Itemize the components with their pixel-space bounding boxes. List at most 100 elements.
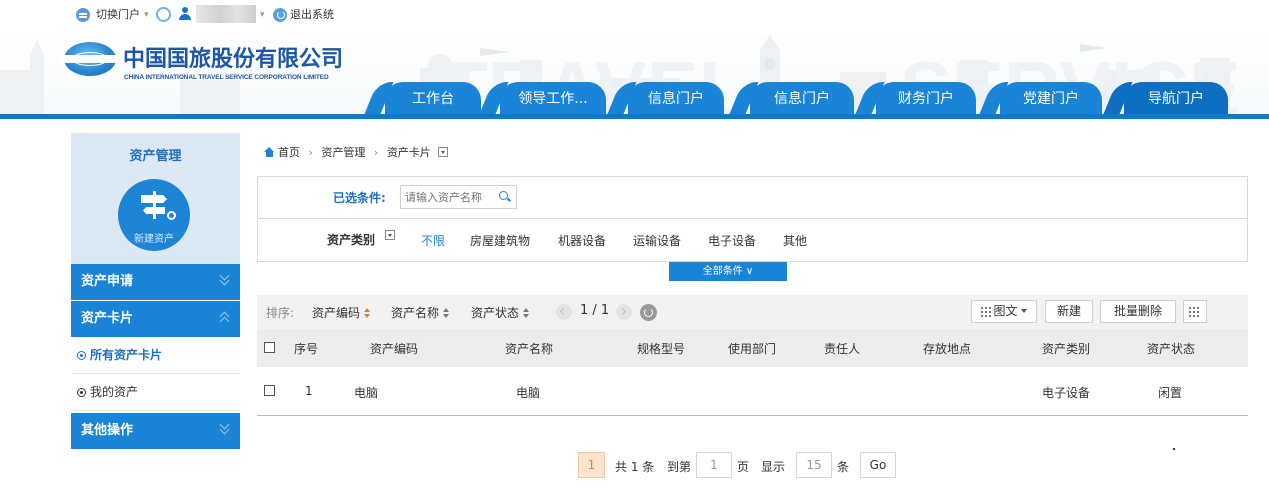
sort-by-asset-name[interactable]: 资产名称 — [391, 304, 450, 321]
next-page-button[interactable] — [616, 304, 632, 320]
cell-category: 电子设备 — [1042, 386, 1091, 400]
asset-category-label: 资产类别 — [327, 233, 376, 247]
category-option-unlimited[interactable]: 不限 — [421, 232, 445, 249]
view-mode-dropdown[interactable]: 图文 — [971, 300, 1037, 323]
new-button[interactable]: 新建 — [1045, 300, 1093, 323]
user-caret-icon[interactable]: ▾ — [260, 7, 265, 23]
col-header-department: 使用部门 — [728, 342, 777, 356]
grid-view-icon — [981, 305, 994, 317]
banner-divider — [0, 114, 1269, 119]
search-icon[interactable] — [499, 191, 508, 200]
power-icon[interactable] — [273, 8, 287, 22]
chevron-down-icon — [219, 270, 231, 288]
sidebar-section-asset-apply[interactable]: 资产申请 — [71, 264, 240, 300]
goto-label: 到第 — [667, 460, 692, 474]
tab-leader-work[interactable]: 领导工作... — [500, 82, 606, 114]
tab-info-portal-2[interactable]: 信息门户 — [750, 82, 854, 114]
sidebar-title: 资产管理 — [129, 149, 182, 164]
switch-portal-caret-icon[interactable]: ▾ — [144, 7, 149, 23]
tab-info-portal-1[interactable]: 信息门户 — [628, 82, 724, 114]
tab-navigation-portal[interactable]: 导航门户 — [1124, 82, 1228, 114]
columns-icon — [1189, 305, 1201, 317]
location-pin-icon — [167, 211, 176, 220]
sidebar-item-all-asset-cards[interactable]: 所有资产卡片 — [71, 337, 240, 374]
col-header-status[interactable]: 资产状态 — [1147, 340, 1195, 357]
col-header-owner: 责任人 — [824, 342, 861, 356]
cell-status: 闲置 — [1158, 386, 1183, 400]
sidebar: 资产管理 新建资产 资产申请 资产卡片 所有资产卡片 我的资产 其他操作 — [71, 133, 240, 449]
home-icon[interactable] — [264, 147, 275, 157]
profile-icon[interactable] — [156, 7, 171, 22]
top-utility-bar: 切换门户 ▾ ▾ 退出系统 — [0, 0, 1269, 30]
category-option-buildings[interactable]: 房屋建筑物 — [470, 232, 530, 249]
tab-workbench[interactable]: 工作台 — [385, 82, 481, 114]
col-header-asset-code[interactable]: 资产编码 — [370, 340, 418, 357]
go-button[interactable]: Go — [860, 452, 896, 478]
radio-dot-icon — [77, 351, 86, 360]
category-option-electronics[interactable]: 电子设备 — [708, 232, 756, 249]
chevron-up-icon — [219, 311, 231, 327]
switch-portal-icon[interactable] — [76, 8, 90, 22]
sidebar-section-other-ops[interactable]: 其他操作 — [71, 413, 240, 449]
cell-index: 1 — [305, 384, 313, 398]
table-header: 序号 资产编码 资产名称 规格型号 使用部门 责任人 存放地点 资产类别 资产状… — [257, 329, 1248, 367]
breadcrumb-asset-card: 资产卡片 — [386, 146, 431, 159]
caret-down-icon — [1020, 309, 1027, 313]
filter-panel: 已选条件: 资产类别 不限 房屋建筑物 机器设备 运输设备 电子设备 其他 — [257, 176, 1248, 262]
select-all-checkbox[interactable] — [264, 342, 275, 353]
category-option-machinery[interactable]: 机器设备 — [558, 232, 606, 249]
company-name-en: CHINA INTERNATIONAL TRAVEL SERVICE CORPO… — [124, 74, 329, 81]
col-header-location: 存放地点 — [923, 342, 972, 356]
selected-conditions-label: 已选条件: — [333, 191, 386, 205]
category-dropdown-icon[interactable] — [385, 230, 395, 240]
category-option-transport[interactable]: 运输设备 — [633, 232, 681, 249]
page-indicator: 1 / 1 — [580, 303, 610, 318]
page-size-input[interactable]: 15 — [796, 452, 832, 478]
sidebar-item-my-assets[interactable]: 我的资产 — [71, 374, 240, 411]
user-icon — [178, 6, 192, 22]
col-header-asset-name[interactable]: 资产名称 — [505, 340, 553, 357]
row-checkbox[interactable] — [264, 385, 275, 396]
cell-asset-name[interactable]: 电脑 — [516, 384, 540, 401]
col-header-index: 序号 — [294, 342, 319, 356]
sort-label: 排序: — [266, 306, 295, 320]
category-option-other[interactable]: 其他 — [783, 232, 807, 249]
column-settings-button[interactable] — [1183, 300, 1207, 323]
logo-badge: CITS — [72, 52, 108, 66]
switch-portal-link[interactable]: 切换门户 — [96, 7, 140, 23]
goto-page-input[interactable]: 1 — [696, 452, 732, 478]
breadcrumb-asset-management[interactable]: 资产管理 — [321, 146, 365, 159]
new-asset-label[interactable]: 新建资产 — [118, 230, 190, 245]
show-label: 显示 — [761, 460, 786, 474]
cell-asset-code[interactable]: 电脑 — [354, 384, 378, 401]
page-1-button[interactable]: 1 — [578, 452, 605, 478]
breadcrumb-home[interactable]: 首页 — [278, 146, 300, 159]
sidebar-section-asset-card[interactable]: 资产卡片 — [71, 301, 240, 337]
list-toolbar: 排序: 资产编码 资产名称 资产状态 1 / 1 图文 新建 批量删除 — [257, 295, 1248, 329]
company-name-cn: 中国国旅股份有限公司 — [123, 47, 344, 72]
total-count: 共 1 条 — [615, 460, 655, 474]
tab-party-portal[interactable]: 党建门户 — [1000, 82, 1102, 114]
sort-arrows-icon — [443, 308, 450, 318]
sidebar-header: 资产管理 新建资产 — [71, 133, 240, 264]
refresh-icon[interactable] — [640, 304, 657, 321]
col-header-spec: 规格型号 — [637, 342, 686, 356]
sort-arrows-icon — [364, 308, 371, 318]
table-row[interactable]: 1 电脑 电脑 电子设备 闲置 — [257, 367, 1248, 416]
sort-arrows-icon — [523, 308, 530, 318]
sort-by-asset-code[interactable]: 资产编码 — [312, 304, 371, 321]
breadcrumb: 首页 › 资产管理 › 资产卡片 — [264, 145, 449, 161]
sort-by-asset-status[interactable]: 资产状态 — [471, 304, 530, 321]
breadcrumb-dropdown-icon[interactable] — [438, 147, 449, 157]
cursor-dot — [1173, 448, 1175, 450]
size-unit-label: 条 — [837, 460, 850, 474]
username-redacted[interactable] — [196, 5, 256, 23]
batch-delete-button[interactable]: 批量删除 — [1100, 300, 1176, 323]
col-header-category: 资产类别 — [1042, 342, 1091, 356]
all-conditions-button[interactable]: 全部条件 ∨ — [669, 262, 787, 281]
tab-finance-portal[interactable]: 财务门户 — [876, 82, 976, 114]
logout-link[interactable]: 退出系统 — [290, 7, 334, 23]
page-unit-label: 页 — [737, 460, 750, 474]
prev-page-button[interactable] — [556, 304, 572, 320]
header-banner: TRAVEL SERVICE CITS 中国国旅股份有限公司 CHINA INT… — [0, 30, 1269, 118]
